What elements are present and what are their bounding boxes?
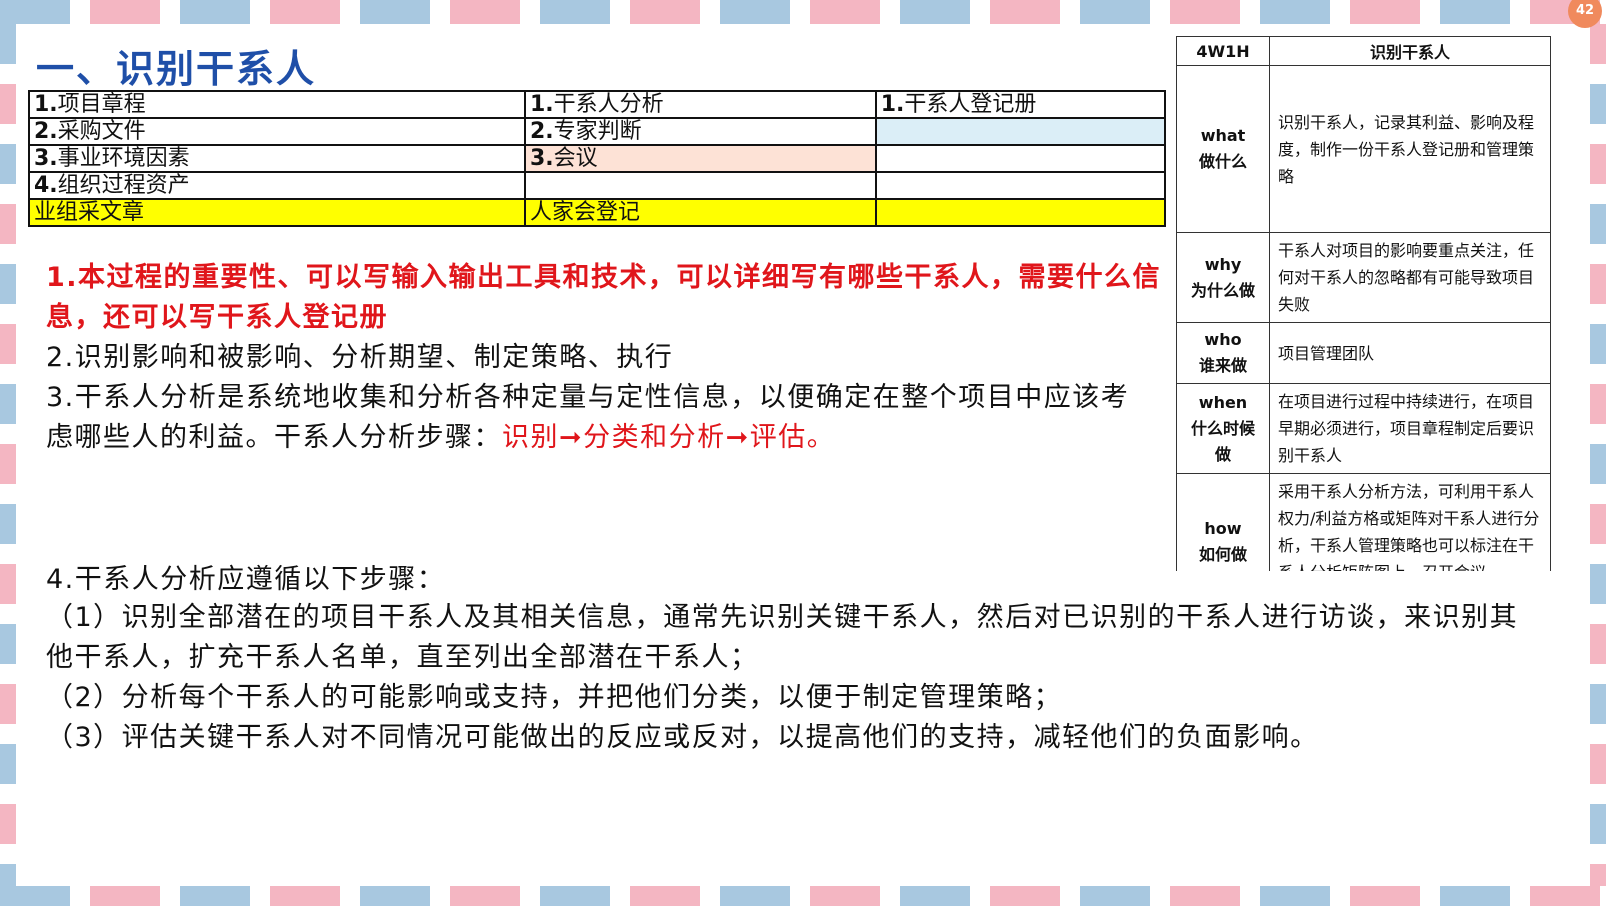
input-cell: 2.采购文件 <box>28 117 526 146</box>
process-steps-line: 2.识别影响和被影响、分析期望、制定策略、执行 <box>46 342 674 373</box>
output-mnemonic-cell <box>874 198 1167 227</box>
w4h-question: what 做什么 <box>1176 65 1270 233</box>
step-1: （1）识别全部潜在的项目干系人及其相关信息，通常先识别关键干系人，然后对已识别的… <box>46 602 1519 673</box>
w4h-answer: 在项目进行过程中持续进行，在项目早期必须进行，项目章程制定后要识别干系人 <box>1269 383 1551 474</box>
w4h-header-q: 4W1H <box>1176 36 1270 66</box>
w4h-question: who 谁来做 <box>1176 322 1270 384</box>
importance-note: 1.本过程的重要性、可以写输入输出工具和技术，可以详细写有哪些干系人，需要什么信… <box>46 262 1162 333</box>
tool-cell <box>524 171 877 200</box>
itto-table: 1.项目章程 1.干系人分析 1.干系人登记册 2.采购文件 2.专家判断 3.… <box>28 90 1167 227</box>
w4h-answer: 干系人对项目的影响要重点关注，任何对干系人的忽略都有可能导致项目失败 <box>1269 232 1551 323</box>
w4h-question: when 什么时候做 <box>1176 383 1270 474</box>
itto-row: 1.项目章程 1.干系人分析 1.干系人登记册 <box>28 90 1167 119</box>
tool-cell: 3.会议 <box>524 144 877 173</box>
w4h-header-a: 识别干系人 <box>1269 36 1551 66</box>
w4h-row-who: who 谁来做 项目管理团队 <box>1176 322 1551 384</box>
w4h-row-why: why 为什么做 干系人对项目的影响要重点关注，任何对干系人的忽略都有可能导致项目… <box>1176 232 1551 323</box>
bottom-border-stripe <box>0 886 1606 906</box>
stakeholder-analysis-paragraph: 3.干系人分析是系统地收集和分析各种定量与定性信息，以便确定在整个项目中应该考虑… <box>46 382 1130 453</box>
page-title: 一、识别干系人 <box>36 47 317 91</box>
input-mnemonic-cell: 业组采文章 <box>28 198 526 227</box>
output-cell <box>874 117 1167 146</box>
tool-cell: 1.干系人分析 <box>524 90 877 119</box>
w4h-answer: 项目管理团队 <box>1269 322 1551 384</box>
right-border-stripe <box>1590 24 1606 886</box>
w4h-row-what: what 做什么 识别干系人，记录其利益、影响及程度，制作一份干系人登记册和管理策… <box>1176 65 1551 233</box>
w4h-row-when: when 什么时候做 在项目进行过程中持续进行，在项目早期必须进行，项目章程制定后… <box>1176 383 1551 474</box>
w4h-header-row: 4W1H 识别干系人 <box>1176 36 1551 66</box>
analysis-steps-highlight: 识别➞分类和分析➞评估。 <box>502 422 836 453</box>
tool-mnemonic-cell: 人家会登记 <box>524 198 877 227</box>
input-cell: 3.事业环境因素 <box>28 144 526 173</box>
top-border-stripe <box>0 0 1606 24</box>
output-cell <box>874 171 1167 200</box>
step-3: （3）评估关键干系人对不同情况可能做出的反应或反对，以提高他们的支持，减轻他们的… <box>46 722 1319 753</box>
itto-row: 2.采购文件 2.专家判断 <box>28 117 1167 146</box>
itto-row: 3.事业环境因素 3.会议 <box>28 144 1167 173</box>
left-border-stripe <box>0 24 16 886</box>
output-cell <box>874 144 1167 173</box>
w4h-question: how 如何做 <box>1176 473 1270 571</box>
w4h-table-clip: 4W1H 识别干系人 what 做什么 识别干系人，记录其利益、影响及程度，制作一… <box>1170 30 1560 571</box>
output-cell: 1.干系人登记册 <box>874 90 1167 119</box>
itto-row: 4.组织过程资产 <box>28 171 1167 200</box>
step-2: （2）分析每个干系人的可能影响或支持，并把他们分类，以便于制定管理策略； <box>46 682 1063 713</box>
tool-cell: 2.专家判断 <box>524 117 877 146</box>
steps-heading: 4.干系人分析应遵循以下步骤： <box>46 564 446 595</box>
w4h-answer: 识别干系人，记录其利益、影响及程度，制作一份干系人登记册和管理策略 <box>1269 65 1551 233</box>
input-cell: 4.组织过程资产 <box>28 171 526 200</box>
w4h-row-how: how 如何做 采用干系人分析方法，可利用干系人权力/利益方格或矩阵对干系人进行分… <box>1176 473 1551 571</box>
w4h-table: 4W1H 识别干系人 what 做什么 识别干系人，记录其利益、影响及程度，制作一… <box>1176 36 1551 571</box>
w4h-question: why 为什么做 <box>1176 232 1270 323</box>
input-cell: 1.项目章程 <box>28 90 526 119</box>
w4h-answer: 采用干系人分析方法，可利用干系人权力/利益方格或矩阵对干系人进行分析，干系人管理… <box>1269 473 1551 571</box>
itto-mnemonic-row: 业组采文章 人家会登记 <box>28 198 1167 227</box>
